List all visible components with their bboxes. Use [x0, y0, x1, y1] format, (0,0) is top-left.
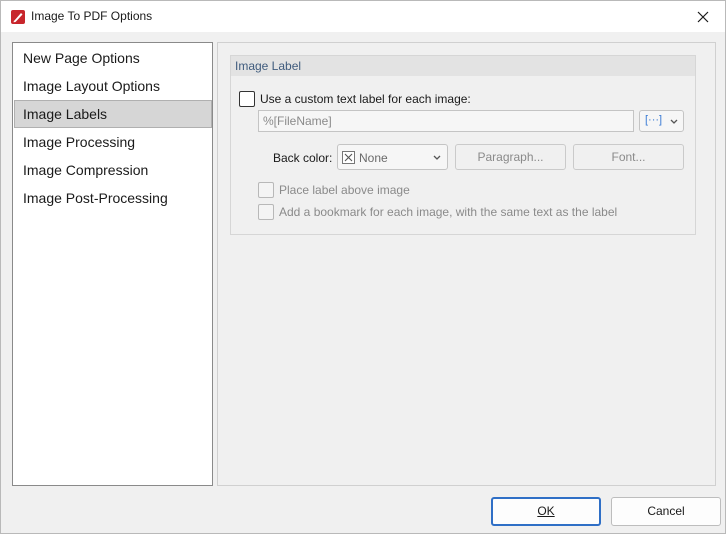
nav-item-image-compression[interactable]: Image Compression [14, 156, 212, 184]
chevron-down-icon [670, 119, 678, 124]
back-color-dropdown[interactable]: None [337, 144, 448, 170]
place-label-above-checkbox[interactable] [258, 182, 274, 198]
place-label-above-label: Place label above image [279, 183, 410, 197]
nav-item-image-layout-options[interactable]: Image Layout Options [14, 72, 212, 100]
ok-button-label: OK [537, 504, 555, 518]
cancel-button-label: Cancel [647, 504, 685, 518]
font-button[interactable]: Font... [573, 144, 684, 170]
group-title: Image Label [231, 56, 695, 76]
nav-item-image-labels[interactable]: Image Labels [14, 100, 212, 128]
close-button[interactable] [681, 1, 725, 32]
options-nav-list[interactable]: New Page Options Image Layout Options Im… [12, 42, 213, 486]
add-bookmark-label: Add a bookmark for each image, with the … [279, 205, 618, 219]
title-bar[interactable]: Image To PDF Options [1, 1, 725, 32]
dialog-footer: OK Cancel [1, 489, 725, 533]
no-color-icon [342, 151, 355, 164]
nav-item-new-page-options[interactable]: New Page Options [14, 44, 212, 72]
macro-dropdown-button[interactable]: [···] [639, 110, 684, 132]
dialog-window: Image To PDF Options New Page Options Im… [0, 0, 726, 534]
content-panel: Image Label Use a custom text label for … [217, 42, 716, 486]
nav-item-image-post-processing[interactable]: Image Post-Processing [14, 184, 212, 212]
pdf-app-icon [11, 10, 25, 24]
macro-icon: [···] [645, 114, 663, 126]
add-bookmark-checkbox[interactable] [258, 204, 274, 220]
paragraph-button[interactable]: Paragraph... [455, 144, 566, 170]
back-color-value: None [359, 151, 388, 165]
custom-label-checkbox[interactable] [239, 91, 255, 107]
image-label-group: Image Label Use a custom text label for … [230, 55, 696, 235]
custom-label-checkbox-label: Use a custom text label for each image: [260, 92, 471, 106]
label-text-input[interactable]: %[FileName] [258, 110, 634, 132]
chevron-down-icon [433, 155, 441, 160]
cancel-button[interactable]: Cancel [611, 497, 721, 526]
nav-item-image-processing[interactable]: Image Processing [14, 128, 212, 156]
close-icon [697, 11, 709, 22]
ok-button[interactable]: OK [491, 497, 601, 526]
back-color-label: Back color: [273, 151, 333, 165]
window-title: Image To PDF Options [31, 9, 153, 23]
